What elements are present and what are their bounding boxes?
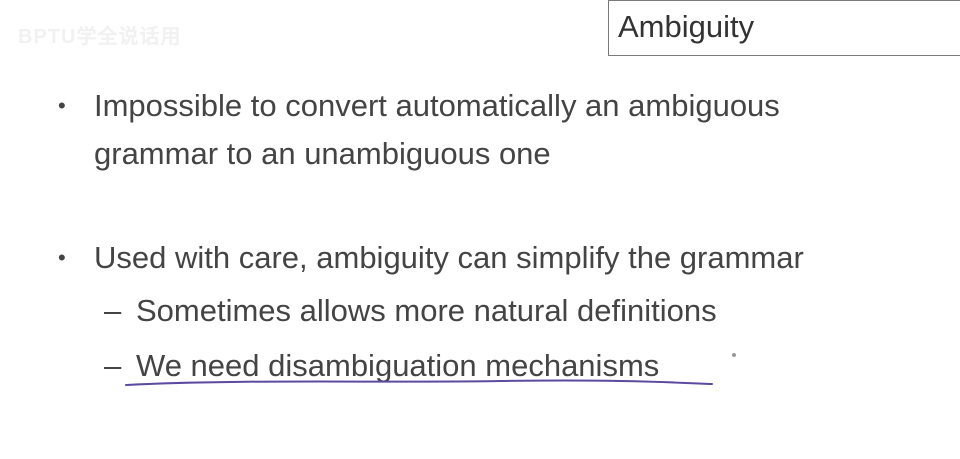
subitem-dash: – [104, 293, 122, 328]
subitem-dash: – [104, 348, 122, 383]
bullet-marker: • [58, 93, 66, 118]
bullet-1-line-2: grammar to an unambiguous one [94, 136, 551, 171]
slide-title-box: Ambiguity [608, 0, 960, 56]
annotation-dot [732, 353, 736, 357]
handwritten-underline [125, 379, 713, 386]
bullet-1-line-1: Impossible to convert automatically an a… [94, 88, 780, 123]
bullet-marker: • [58, 245, 66, 270]
watermark: BPTU学全说话用 [18, 26, 182, 48]
subitem-1: Sometimes allows more natural definition… [136, 293, 717, 328]
bullet-2-line-1: Used with care, ambiguity can simplify t… [94, 240, 804, 275]
slide-title: Ambiguity [618, 9, 755, 44]
